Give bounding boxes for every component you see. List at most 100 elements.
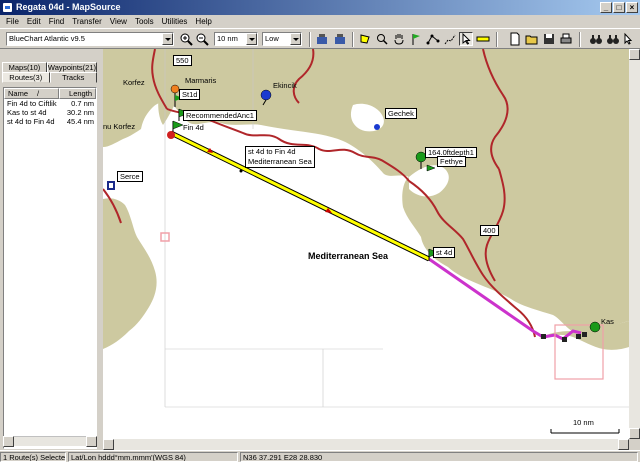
list-horizontal-scrollbar[interactable]: [3, 436, 97, 447]
menu-utilities[interactable]: Utilities: [158, 15, 192, 28]
column-name-label: Name: [8, 89, 29, 98]
list-item[interactable]: st 4d to Fin 4d 45.4 nm: [4, 117, 96, 126]
map-product-select[interactable]: BlueChart Atlantic v9.5: [6, 32, 174, 46]
map-label-serce: Serce: [117, 171, 143, 182]
route-info-line1: st 4d to Fin 4d: [248, 147, 296, 156]
menu-file[interactable]: File: [2, 15, 23, 28]
map-label-korfez: Korfez: [123, 78, 145, 87]
menu-view[interactable]: View: [106, 15, 131, 28]
help-pointer-icon[interactable]: [622, 32, 636, 46]
scroll-up-icon[interactable]: [629, 49, 640, 60]
selection-arrow-icon[interactable]: [459, 32, 473, 46]
app-icon: [2, 2, 13, 13]
save-disk-icon[interactable]: [542, 32, 556, 46]
map-label-fin4d: Fin 4d: [183, 123, 204, 132]
chevron-down-icon[interactable]: [290, 33, 301, 45]
route-tool-icon[interactable]: [426, 32, 440, 46]
flag-kas-icon[interactable]: [589, 321, 601, 333]
map-label-kas: Kas: [601, 317, 614, 326]
minimize-button[interactable]: _: [600, 2, 612, 13]
track-tool-icon[interactable]: [443, 32, 457, 46]
hand-pan-icon[interactable]: [392, 32, 406, 46]
column-name[interactable]: Name /: [4, 88, 59, 99]
toolbar-separator: [352, 32, 354, 47]
map-label-fethye: Fethye: [437, 156, 466, 167]
map-area: Korfez 550 Marmaris St1d Ekincik Recomme…: [103, 49, 640, 450]
route-name: st 4d to Fin 4d: [7, 117, 55, 126]
zoom-in-icon[interactable]: [179, 32, 193, 46]
route-length: 0.7 nm: [71, 99, 94, 108]
scroll-right-icon[interactable]: [86, 436, 97, 447]
routes-list[interactable]: Name / Length Fin 4d to Ciftlik 0.7 nm K…: [3, 87, 97, 449]
toolbar-separator: [496, 32, 498, 47]
map-tool-icon[interactable]: [358, 32, 372, 46]
map-label-ekincik: Ekincik: [273, 81, 297, 90]
map-label-st1d: St1d: [179, 89, 201, 100]
map-product-value: BlueChart Atlantic v9.5: [9, 34, 85, 43]
map-canvas[interactable]: [103, 49, 629, 439]
menu-find[interactable]: Find: [45, 15, 69, 28]
scroll-right-icon[interactable]: [618, 439, 629, 450]
find-next-binoculars-icon[interactable]: [606, 32, 620, 46]
detail-level-value: Low: [265, 34, 279, 43]
chevron-down-icon[interactable]: [162, 33, 173, 45]
menu-edit[interactable]: Edit: [23, 15, 45, 28]
map-view[interactable]: Korfez 550 Marmaris St1d Ekincik Recomme…: [103, 49, 629, 439]
close-button[interactable]: ×: [626, 2, 638, 13]
route-info-tag: st 4d to Fin 4d Mediterranean Sea: [245, 146, 315, 168]
zoom-out-icon[interactable]: [195, 32, 209, 46]
distance-ruler-icon[interactable]: [476, 32, 490, 46]
scroll-left-icon[interactable]: [3, 436, 14, 447]
zoom-scale-value: 10 nm: [217, 34, 238, 43]
find-binoculars-icon[interactable]: [589, 32, 603, 46]
new-file-icon[interactable]: [508, 32, 522, 46]
route-point[interactable]: [541, 334, 546, 339]
map-horizontal-scrollbar[interactable]: [103, 439, 629, 450]
pin-gechek-icon[interactable]: [374, 124, 380, 130]
route-point[interactable]: [582, 332, 587, 337]
route-leg-marker: [239, 169, 243, 173]
scale-label: 10 nm: [573, 418, 594, 427]
tab-row-bottom: Routes(3) Tracks: [2, 72, 97, 83]
tab-routes[interactable]: Routes(3): [2, 72, 50, 83]
list-header: Name / Length: [4, 88, 96, 99]
route-length: 45.4 nm: [66, 117, 94, 126]
menu-bar: File Edit Find Transfer View Tools Utili…: [0, 15, 640, 28]
route-info-line2: Mediterranean Sea: [248, 157, 312, 166]
route-length: 30.2 nm: [66, 108, 94, 117]
scroll-down-icon[interactable]: [629, 428, 640, 439]
column-length[interactable]: Length: [59, 88, 96, 99]
receive-from-device-icon[interactable]: [333, 32, 347, 46]
zoom-scale-select[interactable]: 10 nm: [214, 32, 258, 46]
maximize-button[interactable]: □: [613, 2, 625, 13]
status-coordinates: N36 37.291 E28 28.830: [240, 452, 638, 462]
menu-transfer[interactable]: Transfer: [68, 15, 106, 28]
menu-help[interactable]: Help: [191, 15, 215, 28]
status-bar: 1 Route(s) Selected Lat/Lon hddd°mm.mmm'…: [0, 450, 640, 462]
data-panel: Maps(10) Waypoints(21) Routes(3) Tracks …: [0, 49, 99, 449]
status-selection: 1 Route(s) Selected: [0, 452, 66, 462]
scroll-left-icon[interactable]: [103, 439, 114, 450]
route-point[interactable]: [562, 337, 567, 342]
map-label-gechek: Gechek: [385, 108, 417, 119]
zoom-tool-icon[interactable]: [375, 32, 389, 46]
list-item[interactable]: Fin 4d to Ciftlik 0.7 nm: [4, 99, 96, 108]
waypoint-flag-icon[interactable]: [409, 32, 423, 46]
route-point[interactable]: [576, 334, 581, 339]
toolbar-separator: [309, 32, 311, 47]
chevron-down-icon[interactable]: [246, 33, 257, 45]
list-item[interactable]: Kas to st 4d 30.2 nm: [4, 108, 96, 117]
marina-serce-icon[interactable]: [107, 181, 115, 190]
menu-tools[interactable]: Tools: [131, 15, 158, 28]
toolbar: BlueChart Atlantic v9.5 10 nm Low: [0, 28, 640, 49]
detail-level-select[interactable]: Low: [262, 32, 302, 46]
tab-tracks[interactable]: Tracks: [49, 72, 97, 83]
toolbar-separator: [579, 32, 581, 47]
route-name: Fin 4d to Ciftlik: [7, 99, 57, 108]
print-icon[interactable]: [559, 32, 573, 46]
map-label-marmaris: Marmaris: [185, 76, 217, 85]
map-vertical-scrollbar[interactable]: [629, 49, 640, 439]
sort-indicator: /: [37, 89, 40, 98]
open-folder-icon[interactable]: [525, 32, 539, 46]
send-to-device-icon[interactable]: [315, 32, 329, 46]
